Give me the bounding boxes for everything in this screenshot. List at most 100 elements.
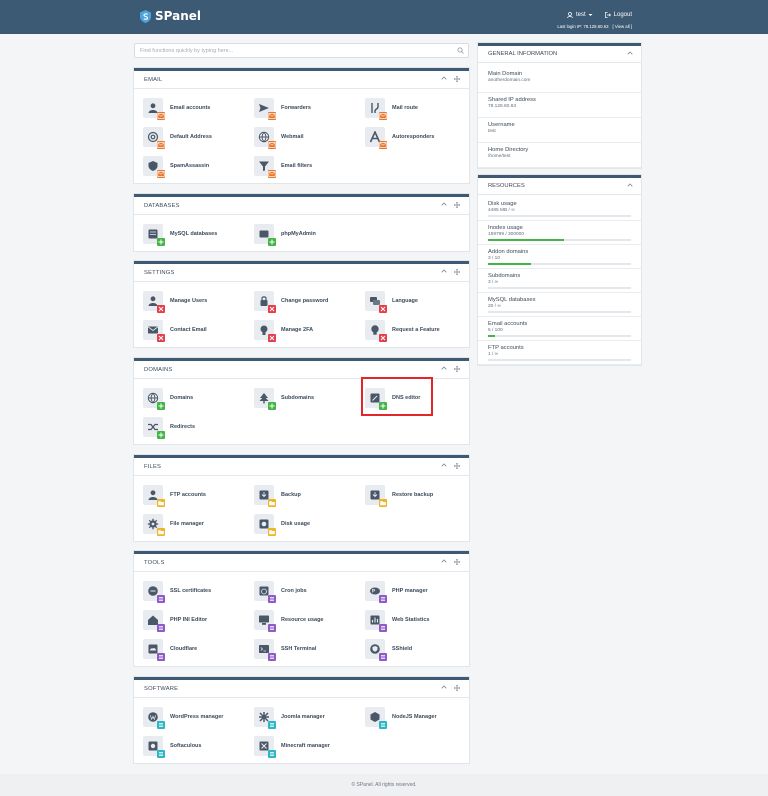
nodejs-manager-item[interactable]: NodeJS Manager (365, 707, 437, 727)
resource-usage-bar (488, 311, 631, 313)
chevron-up-icon[interactable] (441, 202, 447, 206)
disk-usage-item[interactable]: Disk usage (254, 514, 310, 534)
resource-usage-bar (488, 215, 631, 217)
ssh-terminal-icon (254, 639, 274, 659)
default-address-item[interactable]: Default Address (143, 127, 212, 147)
resource-usage-item[interactable]: Resource usage (254, 610, 324, 630)
user-menu[interactable]: test (567, 12, 596, 18)
resource-value: 159799 / 300000 (488, 232, 631, 237)
webmail-icon (254, 127, 274, 147)
web-statistics-item[interactable]: Web Statistics (365, 610, 430, 630)
email-accounts-icon (143, 98, 163, 118)
move-icon[interactable] (454, 685, 460, 691)
cloudflare-item[interactable]: Cloudflare (143, 639, 197, 659)
contact-email-item[interactable]: Contact Email (143, 320, 207, 340)
databases-section-title: DATABASES (144, 203, 180, 209)
chevron-up-icon[interactable] (441, 366, 447, 370)
subdomains-item[interactable]: Subdomains (254, 388, 314, 408)
wordpress-manager-label: WordPress manager (170, 714, 223, 720)
email-section: EMAILEmail accountsForwardersMail routeD… (134, 68, 469, 183)
backup-item[interactable]: Backup (254, 485, 301, 505)
softaculous-item[interactable]: Softaculous (143, 736, 201, 756)
move-icon[interactable] (454, 269, 460, 275)
restore-backup-item[interactable]: Restore backup (365, 485, 433, 505)
ssh-terminal-item[interactable]: SSH Terminal (254, 639, 316, 659)
autoresponders-item[interactable]: Autoresponders (365, 127, 434, 147)
minecraft-manager-item[interactable]: Minecraft manager (254, 736, 330, 756)
move-icon[interactable] (454, 76, 460, 82)
email-filters-item[interactable]: Email filters (254, 156, 312, 176)
mysql-databases-item[interactable]: MySQL databases (143, 224, 217, 244)
php-manager-item[interactable]: PHP manager (365, 581, 428, 601)
resource-label: FTP accounts (488, 345, 631, 351)
move-icon[interactable] (454, 202, 460, 208)
section-controls (441, 76, 460, 82)
chevron-up-icon[interactable] (441, 269, 447, 273)
ftp-accounts-item[interactable]: FTP accounts (143, 485, 206, 505)
phpmyadmin-item[interactable]: phpMyAdmin (254, 224, 316, 244)
move-icon[interactable] (454, 463, 460, 469)
x-badge-icon (379, 305, 387, 313)
redirects-icon (143, 417, 163, 437)
view-all-link[interactable]: [ View all ] (612, 24, 632, 29)
lines-badge-icon (379, 595, 387, 603)
tools-section-title: TOOLS (144, 560, 165, 566)
wordpress-manager-item[interactable]: WordPress manager (143, 707, 223, 727)
chevron-up-icon[interactable] (441, 463, 447, 467)
domains-item[interactable]: Domains (143, 388, 193, 408)
file-manager-item[interactable]: File manager (143, 514, 204, 534)
general-information-header: GENERAL INFORMATION (478, 46, 641, 63)
move-icon[interactable] (454, 559, 460, 565)
search-input[interactable] (135, 44, 445, 57)
php-ini-editor-label: PHP INI Editor (170, 617, 207, 623)
resource-row: Disk usage4485 MB / ∞ (478, 195, 641, 221)
minecraft-manager-label: Minecraft manager (281, 743, 330, 749)
x-badge-icon (268, 305, 276, 313)
spanel-logo[interactable]: SPanel (140, 9, 201, 23)
email-accounts-label: Email accounts (170, 105, 210, 111)
manage-2fa-label: Manage 2FA (281, 327, 313, 333)
manage-users-icon (143, 291, 163, 311)
language-item[interactable]: Language (365, 291, 418, 311)
chevron-up-icon[interactable] (441, 76, 447, 80)
manage-users-item[interactable]: Manage Users (143, 291, 207, 311)
logout-icon (605, 12, 611, 18)
chevron-up-icon[interactable] (627, 183, 633, 187)
forwarders-item[interactable]: Forwarders (254, 98, 311, 118)
user-area: test Logout (567, 12, 632, 18)
files-section-header: FILES (134, 458, 469, 476)
email-accounts-item[interactable]: Email accounts (143, 98, 210, 118)
lines-badge-icon (268, 653, 276, 661)
php-ini-editor-item[interactable]: PHP INI Editor (143, 610, 207, 630)
redirects-item[interactable]: Redirects (143, 417, 195, 437)
nodejs-manager-icon (365, 707, 385, 727)
mail-route-item[interactable]: Mail route (365, 98, 418, 118)
lines-badge-icon (268, 721, 276, 729)
settings-section-header: SETTINGS (134, 264, 469, 282)
chevron-up-icon[interactable] (441, 559, 447, 563)
last-login: Last login IP: 78.128.60.63[ View all ] (557, 24, 632, 29)
chevron-up-icon[interactable] (441, 685, 447, 689)
sshield-item[interactable]: SShield (365, 639, 412, 659)
resource-label: Disk usage (488, 201, 631, 207)
joomla-manager-item[interactable]: Joomla manager (254, 707, 325, 727)
change-password-item[interactable]: Change password (254, 291, 328, 311)
folder-badge-icon (157, 528, 165, 536)
resource-usage-label: Resource usage (281, 617, 324, 623)
lines-badge-icon (268, 624, 276, 632)
general-info-row: Shared IP address78.128.60.63 (478, 93, 641, 118)
manage-2fa-item[interactable]: Manage 2FA (254, 320, 313, 340)
logout-link[interactable]: Logout (605, 12, 632, 18)
settings-section: SETTINGS Manage Users Change password Langu… (134, 261, 469, 347)
request-a-feature-item[interactable]: Request a Feature (365, 320, 440, 340)
spamassassin-label: SpamAssassin (170, 163, 209, 169)
move-icon[interactable] (454, 366, 460, 372)
webmail-item[interactable]: Webmail (254, 127, 304, 147)
ssl-certificates-item[interactable]: SSL certificates (143, 581, 211, 601)
cloudflare-icon (143, 639, 163, 659)
chevron-up-icon[interactable] (627, 51, 633, 55)
subdomains-label: Subdomains (281, 395, 314, 401)
software-section-header: SOFTWARE (134, 680, 469, 698)
spamassassin-item[interactable]: SpamAssassin (143, 156, 209, 176)
cron-jobs-item[interactable]: Cron jobs (254, 581, 307, 601)
